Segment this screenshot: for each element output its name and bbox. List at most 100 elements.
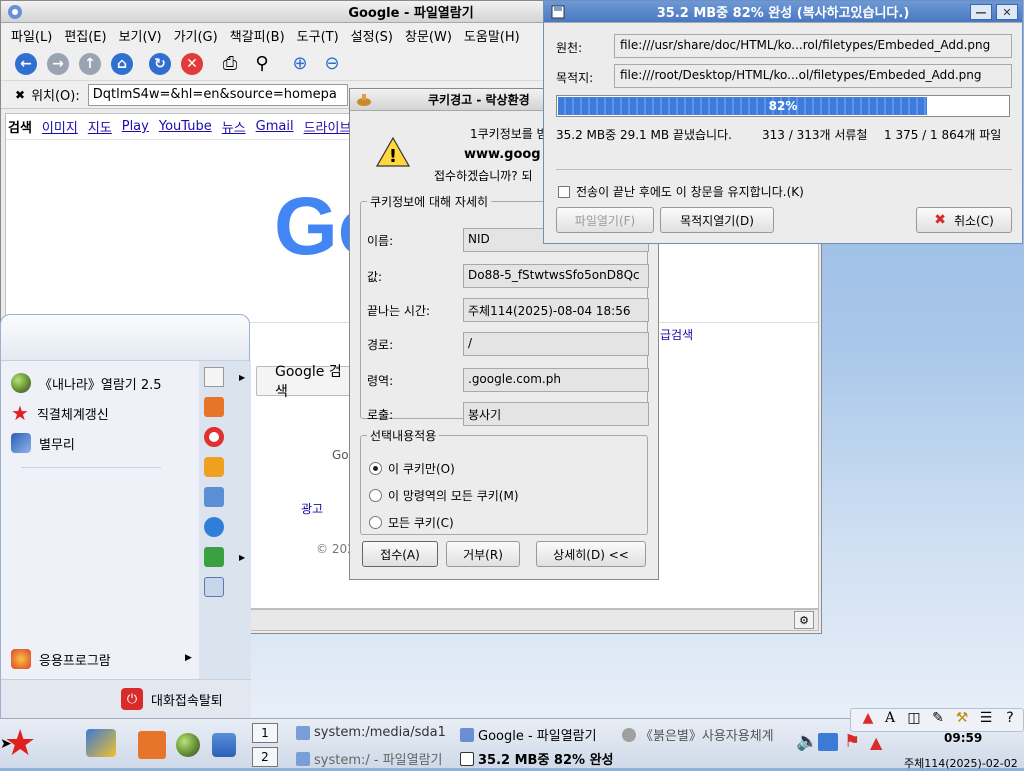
menu-item-applications-label: 응용프로그람: [39, 653, 111, 669]
reload-button[interactable]: ↻: [145, 50, 175, 78]
back-button[interactable]: ←: [11, 50, 41, 78]
package-launcher-icon[interactable]: [138, 731, 166, 759]
radio-this-cookie[interactable]: 이 쿠키만(O): [369, 460, 455, 477]
cancel-button[interactable]: ✖ 취소(C): [916, 207, 1012, 233]
open-file-button[interactable]: 파일열기(F): [556, 207, 654, 233]
desktop-2-button[interactable]: 2: [252, 747, 278, 767]
up-button[interactable]: ↑: [75, 50, 105, 78]
task-label: system:/ - 파일열람기: [314, 753, 443, 768]
source-field[interactable]: file:///usr/share/doc/HTML/ko...rol/file…: [614, 34, 1012, 58]
zoom-out-icon: ⊖: [324, 53, 340, 74]
note-icon[interactable]: ✎: [930, 710, 946, 726]
lock-icon[interactable]: [204, 577, 224, 597]
settings-icon[interactable]: [204, 457, 224, 477]
copy-titlebar[interactable]: 35.2 MB중 82% 완성 (복사하고있습니다.) — ✕: [544, 1, 1022, 23]
editor-launcher-icon[interactable]: [86, 729, 116, 757]
menu-item-applications[interactable]: 응용프로그람: [11, 649, 111, 669]
menu-view[interactable]: 보기(V): [113, 26, 168, 45]
task-system[interactable]: system:/ - 파일열람기: [296, 749, 443, 768]
google-search-button[interactable]: Google 검색: [256, 364, 352, 400]
files-launcher-icon[interactable]: [212, 733, 236, 757]
open-destination-button[interactable]: 목적지열기(D): [660, 207, 774, 233]
submenu-arrow-icon: ▶: [239, 373, 246, 382]
documents-icon[interactable]: [204, 367, 224, 387]
menu-item-browser[interactable]: 《내나라》열람기 2.5: [11, 373, 162, 393]
accept-button[interactable]: 접수(A): [362, 541, 438, 567]
zoom-out-button[interactable]: ⊖: [317, 50, 347, 78]
keep-open-checkbox[interactable]: 전송이 끝난 후에도 이 창문을 유지합니다.(K): [558, 183, 804, 200]
network-icon[interactable]: [204, 517, 224, 537]
browser-icon: [460, 727, 474, 742]
progress-bar: 82%: [556, 95, 1010, 117]
gbar-maps[interactable]: 지도: [88, 117, 112, 136]
browser-launcher-icon[interactable]: [176, 733, 200, 757]
cookie-expires-value[interactable]: 주체114(2025)-08-04 18:56: [463, 298, 649, 322]
window-icon[interactable]: ◫: [906, 710, 922, 726]
menu-window[interactable]: 창문(W): [399, 26, 458, 45]
menu-help[interactable]: 도움말(H): [458, 26, 526, 45]
user-icon[interactable]: [204, 547, 224, 567]
gbar-images[interactable]: 이미지: [42, 117, 78, 136]
dest-field[interactable]: file:///root/Desktop/HTML/ko...ol/filety…: [614, 64, 1012, 88]
up-icon: ↑: [79, 52, 101, 75]
print-icon: ⎙: [222, 53, 238, 74]
home-button[interactable]: ⌂: [107, 50, 137, 78]
task-copy[interactable]: 35.2 MB중 82% 완성: [460, 749, 614, 768]
search-files-icon[interactable]: [204, 487, 224, 507]
tools-icon[interactable]: ⚒: [954, 710, 970, 726]
task-redstar[interactable]: 《붉은별》사용자용체계: [622, 725, 774, 744]
menu-file[interactable]: 파일(L): [5, 26, 58, 45]
flag-icon[interactable]: ⚑: [844, 731, 860, 752]
network-status-icon[interactable]: [818, 733, 838, 751]
url-input[interactable]: DqtlmS4w=&hl=en&source=homepa: [87, 83, 348, 106]
gbar-play[interactable]: Play: [122, 119, 149, 134]
fire-icon[interactable]: ▲: [860, 710, 876, 726]
cookie-value-value[interactable]: Do88-5_fStwtwsSfo5onD8Qc: [463, 264, 649, 288]
logout-button[interactable]: ⏻ 대화접속탈퇴: [121, 688, 223, 710]
reject-button[interactable]: 거부(R): [446, 541, 520, 567]
menu-item-update-label: 직결체계갱신: [36, 407, 109, 423]
cookie-protocol-value[interactable]: 봉사기: [463, 402, 649, 426]
help-icon[interactable]: ?: [1002, 710, 1018, 726]
cookie-path-value[interactable]: /: [463, 332, 649, 356]
details-button[interactable]: 상세히(D) <<: [536, 541, 646, 567]
menu-tools[interactable]: 도구(T): [291, 26, 345, 45]
volume-icon[interactable]: 🔈: [796, 731, 818, 752]
task-google[interactable]: Google - 파일열람기: [460, 725, 597, 744]
menu-bookmarks[interactable]: 책갈피(B): [224, 26, 291, 45]
radio-domain-cookies[interactable]: 이 망령역의 모든 쿠키(M): [369, 487, 519, 504]
find-button[interactable]: ⚲: [247, 50, 277, 78]
menu-edit[interactable]: 편집(E): [58, 26, 112, 45]
font-icon[interactable]: A: [882, 710, 898, 726]
forward-button[interactable]: →: [43, 50, 73, 78]
clipboard-icon[interactable]: ☰: [978, 710, 994, 726]
menu-go[interactable]: 가기(G): [168, 26, 224, 45]
close-icon[interactable]: ✕: [996, 4, 1018, 20]
security-icon[interactable]: ⚙: [794, 611, 814, 629]
alert-icon[interactable]: ▲: [870, 733, 882, 752]
print-button[interactable]: ⎙: [215, 50, 245, 78]
help-icon[interactable]: [204, 427, 224, 447]
gbar-news[interactable]: 뉴스: [222, 117, 246, 136]
stop-button[interactable]: ✕: [177, 50, 207, 78]
cookie-domain-value[interactable]: .google.com.ph: [463, 368, 649, 392]
reload-icon: ↻: [149, 52, 171, 75]
advanced-search-link[interactable]: 급검색: [660, 326, 693, 343]
ads-link[interactable]: 광고: [301, 500, 323, 517]
menu-item-stars[interactable]: 별무리: [11, 433, 75, 453]
package-icon[interactable]: [204, 397, 224, 417]
gbar-search[interactable]: 검색: [8, 117, 32, 136]
gbar-gmail[interactable]: Gmail: [256, 119, 294, 134]
radio-all-cookies[interactable]: 모든 쿠키(C): [369, 514, 454, 531]
task-media[interactable]: system:/media/sda1: [296, 725, 446, 740]
desktop-1-button[interactable]: 1: [252, 723, 278, 743]
minimize-icon[interactable]: —: [970, 4, 992, 20]
gbar-youtube[interactable]: YouTube: [159, 119, 212, 134]
clear-location-icon[interactable]: ✖: [15, 88, 25, 102]
cookie-domain: www.goog: [464, 147, 541, 162]
zoom-in-button[interactable]: ⊕: [285, 50, 315, 78]
menu-item-update[interactable]: ★ 직결체계갱신: [11, 403, 109, 423]
dest-label: 목적지:: [556, 71, 594, 85]
menu-settings[interactable]: 설정(S): [345, 26, 399, 45]
gbar-drive[interactable]: 드라이브: [304, 117, 352, 136]
